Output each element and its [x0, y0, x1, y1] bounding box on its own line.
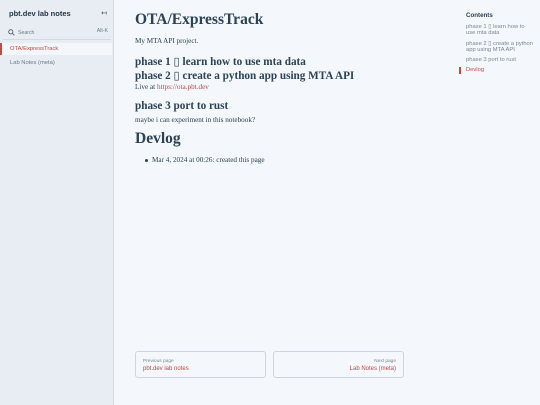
previous-page-label: Previous page: [143, 359, 174, 364]
devlog-item: Mar 4, 2024 at 00:26: created this page: [135, 156, 265, 164]
phase-3-text: maybe i can experiment in this notebook?: [135, 116, 256, 124]
devlog-item-text: Mar 4, 2024 at 00:26: created this page: [152, 156, 265, 164]
bullet-icon: [145, 158, 148, 162]
live-at-line: Live at https://ota.pbt.dev: [135, 83, 209, 91]
search-input[interactable]: [18, 28, 88, 37]
table-of-contents: Contents phase 1 ▯ learn how to use mta …: [459, 12, 535, 78]
heading-phase-3: phase 3 port to rust: [135, 100, 229, 112]
devlog-list: Mar 4, 2024 at 00:26: created this page: [135, 156, 265, 164]
search-bar[interactable]: Alt-K: [3, 27, 111, 40]
next-page-title: Lab Notes (meta): [349, 366, 396, 372]
previous-page-button[interactable]: Previous page pbt.dev lab notes: [135, 351, 266, 378]
search-icon: [8, 29, 15, 36]
page-description: My MTA API project.: [135, 37, 199, 45]
previous-page-title: pbt.dev lab notes: [143, 366, 189, 372]
live-at-label: Live at: [135, 83, 157, 91]
sidebar-item-lab-notes-meta[interactable]: Lab Notes (meta): [0, 57, 112, 69]
toc-item-devlog[interactable]: Devlog: [459, 67, 535, 74]
toc-item-phase-3[interactable]: phase 3 port to rust: [459, 57, 535, 63]
sidebar-header: pbt.dev lab notes ↤: [9, 9, 109, 21]
live-link[interactable]: https://ota.pbt.dev: [157, 83, 209, 91]
page-title: OTA/ExpressTrack: [135, 11, 264, 28]
sidebar: pbt.dev lab notes ↤ Alt-K OTA/ExpressTra…: [0, 0, 114, 405]
search-shortcut: Alt-K: [96, 28, 108, 34]
collapse-sidebar-icon[interactable]: ↤: [101, 9, 107, 17]
heading-devlog: Devlog: [135, 130, 181, 147]
sidebar-item-ota-expresstrack[interactable]: OTA/ExpressTrack: [0, 43, 112, 55]
toc-title: Contents: [466, 12, 493, 19]
site-title[interactable]: pbt.dev lab notes: [9, 9, 71, 18]
heading-phase-2: phase 2 ▯ create a python app using MTA …: [135, 70, 355, 82]
toc-item-phase-2[interactable]: phase 2 ▯ create a python app using MTA …: [459, 41, 535, 54]
next-page-label: Next page: [374, 359, 396, 364]
heading-phase-1: phase 1 ▯ learn how to use mta data: [135, 56, 306, 68]
toc-item-phase-1[interactable]: phase 1 ▯ learn how to use mta data: [459, 24, 535, 37]
next-page-button[interactable]: Next page Lab Notes (meta): [273, 351, 404, 378]
